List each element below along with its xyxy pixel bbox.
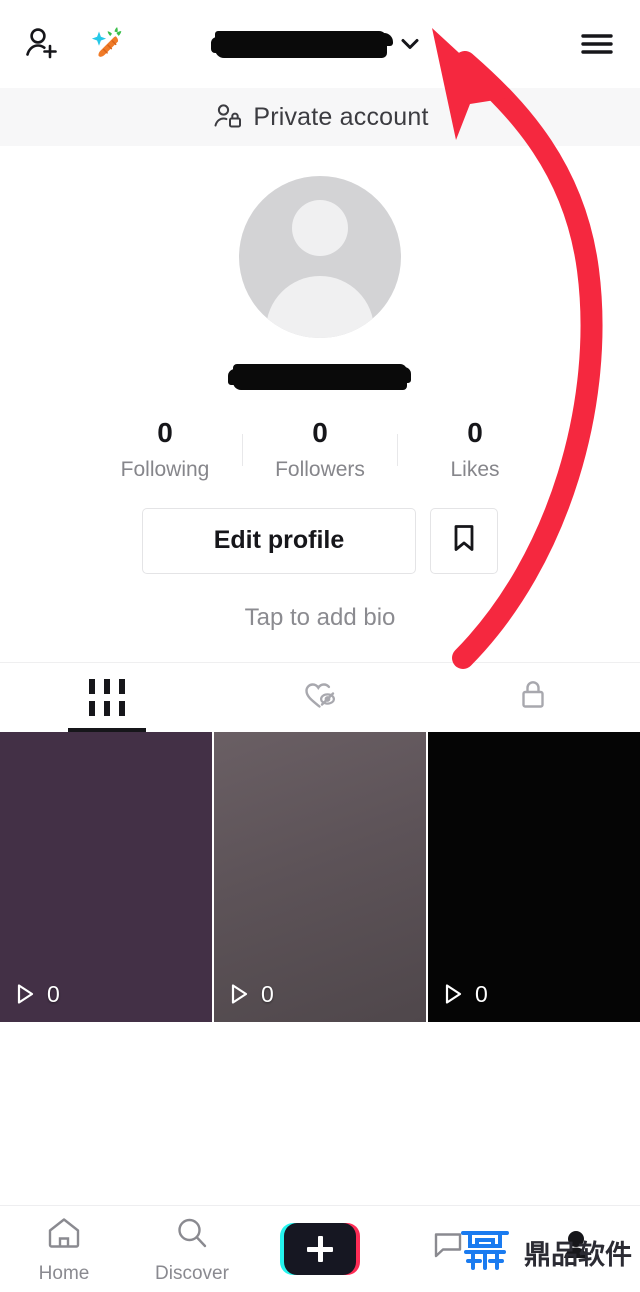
stat-label: Following	[120, 457, 210, 481]
person-lock-icon	[211, 101, 243, 133]
play-count-overlay: 0	[440, 981, 488, 1008]
play-icon	[445, 984, 462, 1004]
avatar-body-shape	[266, 276, 374, 338]
header-right-icons	[576, 23, 618, 65]
plus-vertical-bar	[317, 1236, 323, 1262]
video-thumbnail[interactable]: 0	[0, 731, 212, 1022]
nav-discover[interactable]: Discover	[128, 1214, 256, 1285]
stat-value: 0	[467, 417, 483, 448]
profile-actions: Edit profile	[142, 507, 498, 574]
chevron-down-icon[interactable]	[395, 29, 425, 59]
app-header	[0, 0, 640, 88]
heart-hidden-icon	[300, 675, 340, 720]
add-person-icon[interactable]	[22, 24, 62, 64]
video-thumbnail[interactable]: 0	[214, 731, 426, 1022]
search-icon	[173, 1214, 211, 1257]
header-left-icons	[22, 23, 130, 65]
create-center-layer	[284, 1223, 356, 1275]
tab-videos-grid[interactable]	[0, 663, 213, 732]
play-icon	[17, 984, 34, 1004]
play-count-overlay: 0	[12, 981, 60, 1008]
play-icon	[231, 984, 248, 1004]
home-icon	[45, 1214, 83, 1257]
stat-value: 0	[312, 417, 328, 448]
watermark-text: 鼎品软件	[524, 1240, 632, 1271]
nav-label: Home	[38, 1262, 90, 1284]
play-count-overlay: 0	[226, 981, 274, 1008]
play-count-value: 0	[47, 980, 60, 1007]
create-plus-icon[interactable]	[280, 1223, 360, 1275]
stat-followers[interactable]: 0 Followers	[243, 417, 397, 482]
play-count-value: 0	[475, 980, 488, 1007]
grid-icon	[88, 678, 125, 716]
profile-tabs	[0, 661, 640, 732]
video-grid: 0 0 0	[0, 731, 640, 1022]
nav-create[interactable]	[256, 1223, 384, 1275]
play-count-value: 0	[261, 980, 274, 1007]
stat-label: Followers	[275, 457, 365, 481]
video-thumbnail[interactable]: 0	[428, 731, 640, 1022]
handle-redacted-bar	[228, 364, 411, 390]
bookmark-button[interactable]	[430, 507, 498, 574]
stat-value: 0	[157, 417, 173, 448]
stat-likes[interactable]: 0 Likes	[398, 417, 552, 482]
edit-profile-button[interactable]: Edit profile	[142, 507, 416, 574]
profile-section: 0 Following 0 Followers 0 Likes Edit pro…	[0, 146, 640, 662]
tab-liked-hidden[interactable]	[213, 663, 426, 732]
stat-label: Likes	[450, 457, 500, 481]
nav-home[interactable]: Home	[0, 1214, 128, 1285]
empty-content-area	[0, 1021, 640, 1205]
tiktok-profile-screen: Private account 0 Following 0 Followers …	[0, 0, 640, 1292]
watermark: 鼎品软件	[456, 1221, 632, 1284]
stat-following[interactable]: 0 Following	[88, 417, 242, 482]
private-account-banner[interactable]: Private account	[0, 88, 640, 146]
avatar-head-shape	[292, 200, 348, 256]
default-avatar-icon[interactable]	[239, 176, 401, 338]
username-redacted-bar	[211, 30, 393, 58]
bookmark-icon	[447, 521, 481, 560]
profile-stats: 0 Following 0 Followers 0 Likes	[88, 417, 552, 482]
carrot-sparkle-icon[interactable]	[88, 23, 130, 65]
dingpin-logo-icon	[456, 1221, 514, 1284]
tab-private-videos[interactable]	[427, 663, 640, 732]
private-account-label: Private account	[253, 102, 429, 131]
bio-placeholder[interactable]: Tap to add bio	[245, 604, 396, 632]
lock-icon	[515, 677, 551, 718]
bottom-navigation: Home Discover 鼎品软件	[0, 1205, 640, 1292]
nav-label: Discover	[155, 1262, 229, 1284]
hamburger-menu-icon[interactable]	[576, 23, 618, 65]
